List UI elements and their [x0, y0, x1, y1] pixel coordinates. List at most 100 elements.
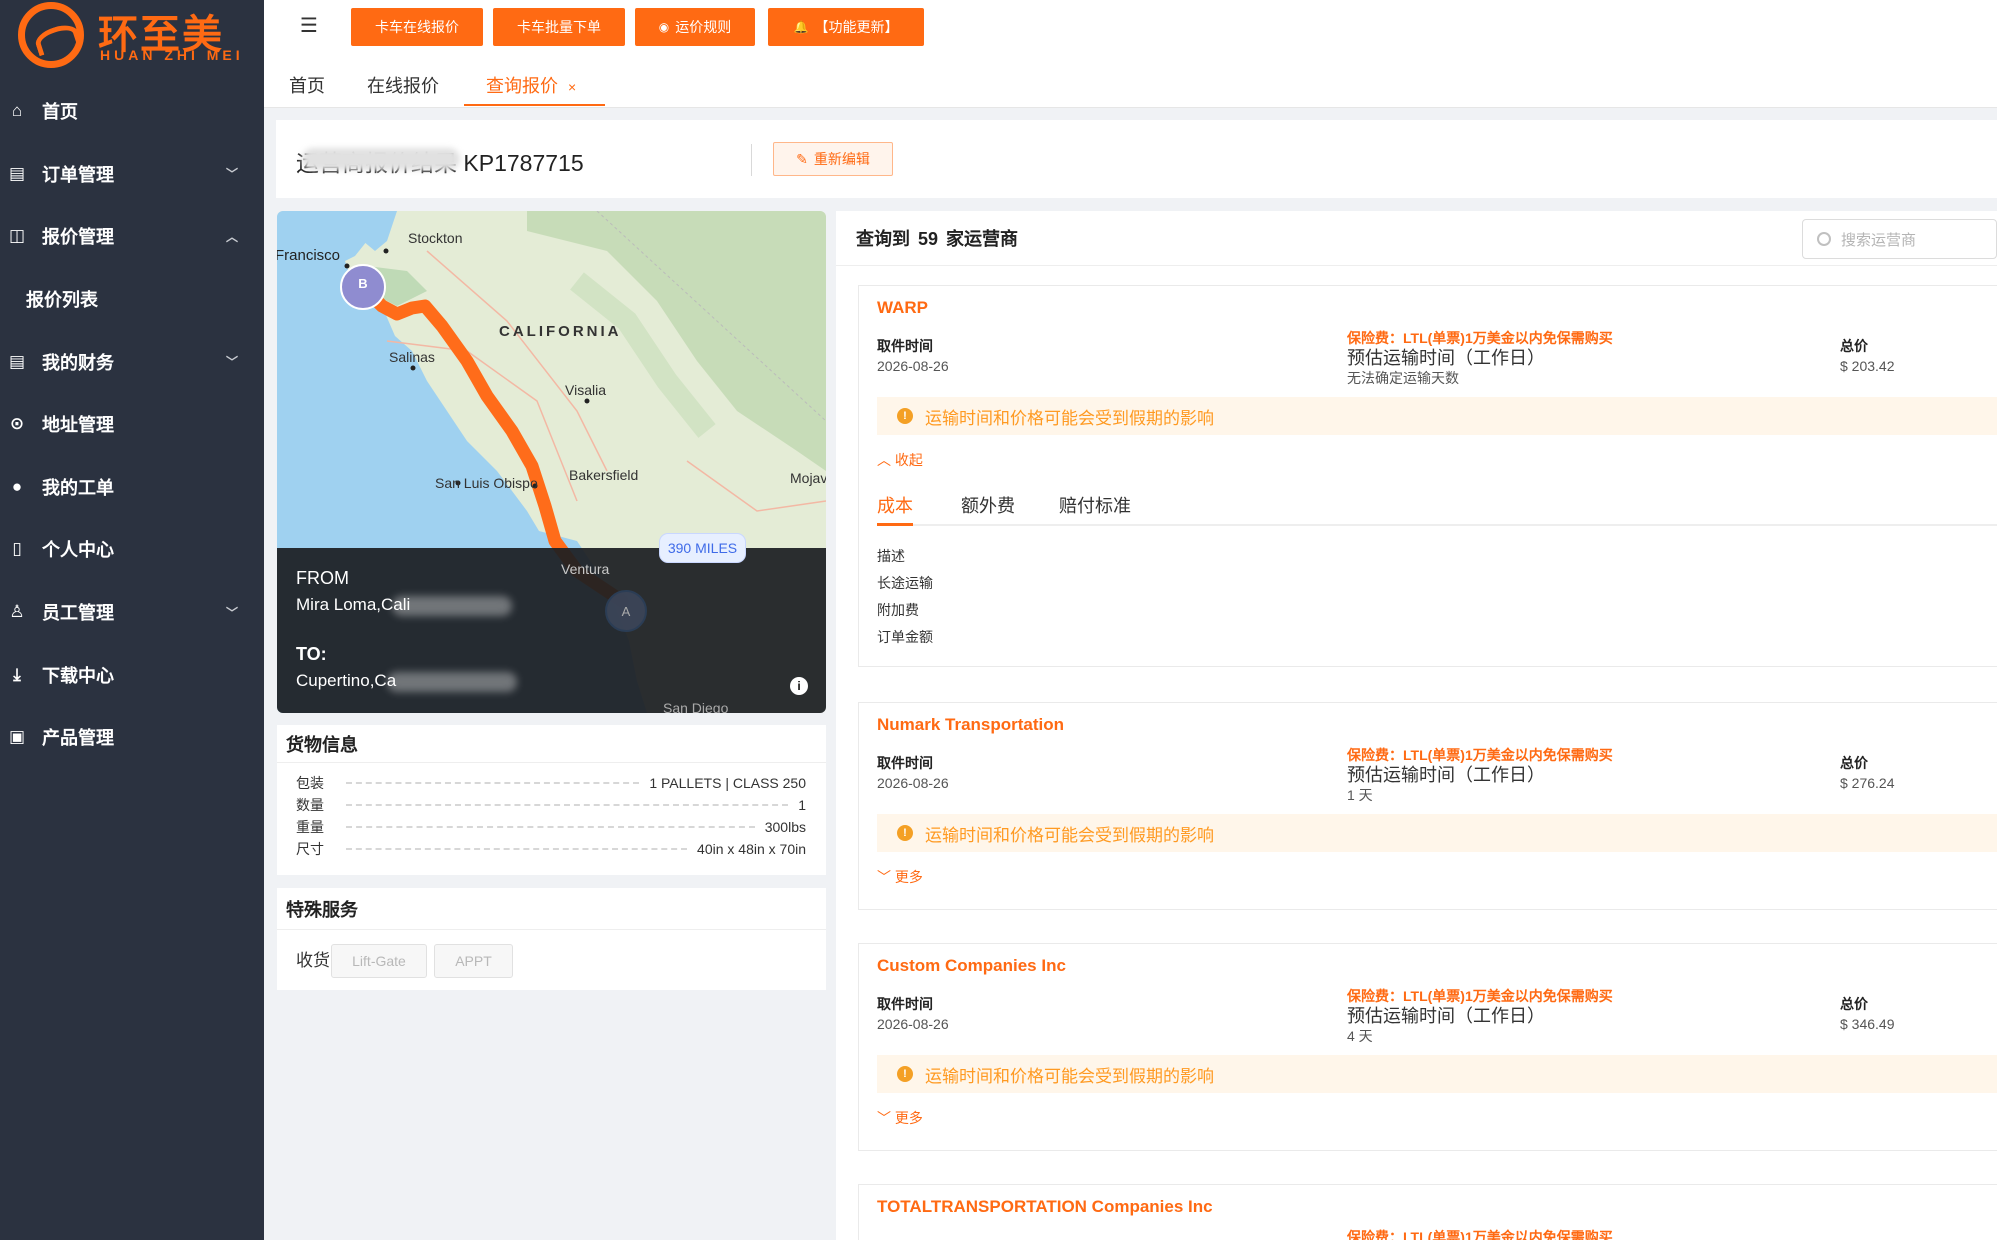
sidebar-item-profile[interactable]: ▯ 个人中心	[0, 518, 264, 581]
redacted-from	[392, 596, 512, 616]
result-suffix: 家运营商	[946, 229, 1019, 249]
carrier-name[interactable]: Custom Companies Inc	[877, 956, 1066, 976]
tab-query-quote[interactable]: 查询报价 ×	[486, 72, 576, 98]
sidebar-item-orders[interactable]: ▤ 订单管理 ﹀	[0, 143, 264, 206]
cost-row-surcharge: 附加费	[877, 602, 919, 618]
tab-online-quote[interactable]: 在线报价	[367, 72, 439, 98]
redacted-to	[387, 672, 517, 692]
route-map[interactable]: Stockton Francisco CALIFORNIA Salinas Vi…	[277, 211, 826, 713]
holiday-warning: ! 运输时间和价格可能会受到假期的影响	[877, 814, 1997, 852]
info-icon[interactable]: i	[790, 677, 808, 695]
cargo-info-title: 货物信息	[277, 725, 826, 763]
divider	[836, 265, 1997, 266]
menu-toggle-icon[interactable]: ☰	[300, 16, 322, 36]
result-title-bar: 运营商报价结果 KP1787715 ✎ 重新编辑	[276, 120, 1997, 198]
dotted-leader	[346, 804, 789, 806]
marker-b[interactable]: B	[346, 276, 380, 291]
toggle-label: 更多	[894, 1110, 923, 1126]
tab-compensation[interactable]: 赔付标准	[1059, 492, 1131, 518]
map-label-san-diego: San Diego	[663, 700, 729, 713]
sidebar-item-downloads[interactable]: ⤓ 下载中心	[0, 643, 264, 706]
to-address: Cupertino,Ca	[296, 671, 397, 690]
sidebar-item-finance[interactable]: ▤ 我的财务 ﹀	[0, 330, 264, 393]
book-icon: ◫	[8, 226, 26, 246]
warning-text: 运输时间和价格可能会受到假期的影响	[925, 1066, 1214, 1086]
brand-logo[interactable]: 环至美 HUAN ZHI MEI	[18, 0, 248, 70]
alert-icon: !	[897, 408, 913, 424]
sidebar-item-quotes[interactable]: ◫ 报价管理 ︿	[0, 205, 264, 268]
carrier-name[interactable]: TOTALTRANSPORTATION Companies Inc	[877, 1197, 1213, 1217]
expand-toggle[interactable]: ﹀ 更多	[877, 1108, 923, 1128]
carrier-search-input[interactable]: 搜索运营商	[1802, 219, 1997, 259]
marker-a-label: A	[621, 603, 631, 619]
carrier-name[interactable]: WARP	[877, 298, 928, 318]
cargo-row-quantity: 数量 1	[296, 795, 806, 815]
rate-rules-button[interactable]: ◉ 运价规则	[635, 8, 755, 46]
location-icon: ⊙	[9, 414, 25, 434]
search-placeholder: 搜索运营商	[1841, 231, 1917, 249]
appt-label: APPT	[455, 953, 492, 969]
close-icon[interactable]: ×	[568, 79, 576, 95]
tab-home[interactable]: 首页	[289, 72, 325, 98]
map-label-ventura: Ventura	[561, 561, 610, 577]
tab-cost[interactable]: 成本	[877, 492, 913, 518]
chevron-down-icon: ﹀	[225, 605, 238, 620]
distance-badge: 390 MILES	[659, 533, 746, 563]
re-edit-button[interactable]: ✎ 重新编辑	[773, 142, 893, 176]
pickup-date: 2026-08-26	[877, 1016, 949, 1032]
sidebar-item-quote-list[interactable]: 报价列表	[0, 268, 264, 331]
truck-online-quote-label: 卡车在线报价	[375, 19, 459, 35]
chevron-up-icon: ︿	[225, 229, 238, 244]
carrier-name[interactable]: Numark Transportation	[877, 715, 1064, 735]
redacted-quote-id	[302, 148, 460, 170]
feature-update-label: 【功能更新】	[814, 19, 899, 35]
sidebar-item-home[interactable]: ⌂ 首页	[0, 80, 264, 143]
cargo-key: 重量	[296, 819, 324, 835]
bulb-icon: ●	[11, 476, 23, 496]
expand-toggle[interactable]: ﹀ 更多	[877, 867, 923, 887]
pickup-label: 取件时间	[877, 755, 933, 771]
services-receive-label: 收货	[296, 951, 330, 970]
sidebar-item-tickets[interactable]: ● 我的工单	[0, 456, 264, 519]
sidebar-item-label: 报价管理	[42, 227, 114, 248]
sidebar: 环至美 HUAN ZHI MEI ⌂ 首页 ▤ 订单管理 ﹀ ◫ 报价管理 ︿ …	[0, 0, 264, 1240]
sidebar-item-products[interactable]: ▣ 产品管理	[0, 706, 264, 769]
eta-value: 无法确定运输天数	[1347, 370, 1459, 386]
divider	[751, 144, 752, 176]
lift-gate-label: Lift-Gate	[352, 953, 406, 969]
home-icon: ⌂	[11, 101, 23, 121]
to-label: TO:	[296, 644, 327, 664]
special-services-card: 特殊服务 收货 Lift-Gate APPT	[277, 888, 826, 990]
map-label-bakersfield: Bakersfield	[569, 467, 639, 483]
total-label: 总价	[1840, 755, 1868, 771]
eta-value: 1 天	[1347, 787, 1373, 803]
brand-name-en: HUAN ZHI MEI	[100, 47, 244, 63]
marker-a[interactable]: A	[605, 590, 647, 632]
feature-update-button[interactable]: 🔔 【功能更新】	[768, 8, 924, 46]
sidebar-item-label: 订单管理	[42, 164, 114, 185]
tab-extra-fees[interactable]: 额外费	[961, 492, 1015, 518]
pickup-date: 2026-08-26	[877, 775, 949, 791]
toggle-label: 收起	[894, 452, 923, 468]
cargo-row-dimensions: 尺寸 40in x 48in x 70in	[296, 839, 806, 859]
carrier-card-custom-companies: Custom Companies Inc 取件时间 2026-08-26 保险费…	[858, 943, 1997, 1151]
finance-icon: ▤	[8, 351, 26, 371]
pickup-label: 取件时间	[877, 996, 933, 1012]
collapse-toggle[interactable]: ︿ 收起	[877, 450, 923, 470]
truck-online-quote-button[interactable]: 卡车在线报价	[351, 8, 483, 46]
sidebar-item-address[interactable]: ⊙ 地址管理	[0, 393, 264, 456]
sidebar-item-label: 报价列表	[26, 290, 98, 311]
carrier-card-warp: WARP 取件时间 2026-08-26 保险费：LTL(单票)1万美金以内免保…	[858, 285, 1997, 667]
cargo-key: 包装	[296, 775, 324, 791]
alert-icon: !	[897, 1066, 913, 1082]
re-edit-label: 重新编辑	[813, 151, 870, 167]
truck-batch-order-button[interactable]: 卡车批量下单	[493, 8, 625, 46]
sidebar-item-staff[interactable]: ♙ 员工管理 ﹀	[0, 581, 264, 644]
insurance-note: 保险费：LTL(单票)1万美金以内免保需购买	[1347, 1229, 1613, 1240]
chevron-down-icon: ﹀	[877, 1110, 891, 1126]
cost-row-description: 描述	[877, 548, 905, 564]
map-label-california: CALIFORNIA	[499, 323, 622, 340]
carrier-card-numark: Numark Transportation 取件时间 2026-08-26 保险…	[858, 702, 1997, 910]
special-services-title: 特殊服务	[277, 888, 826, 930]
tab-divider	[877, 524, 1997, 526]
